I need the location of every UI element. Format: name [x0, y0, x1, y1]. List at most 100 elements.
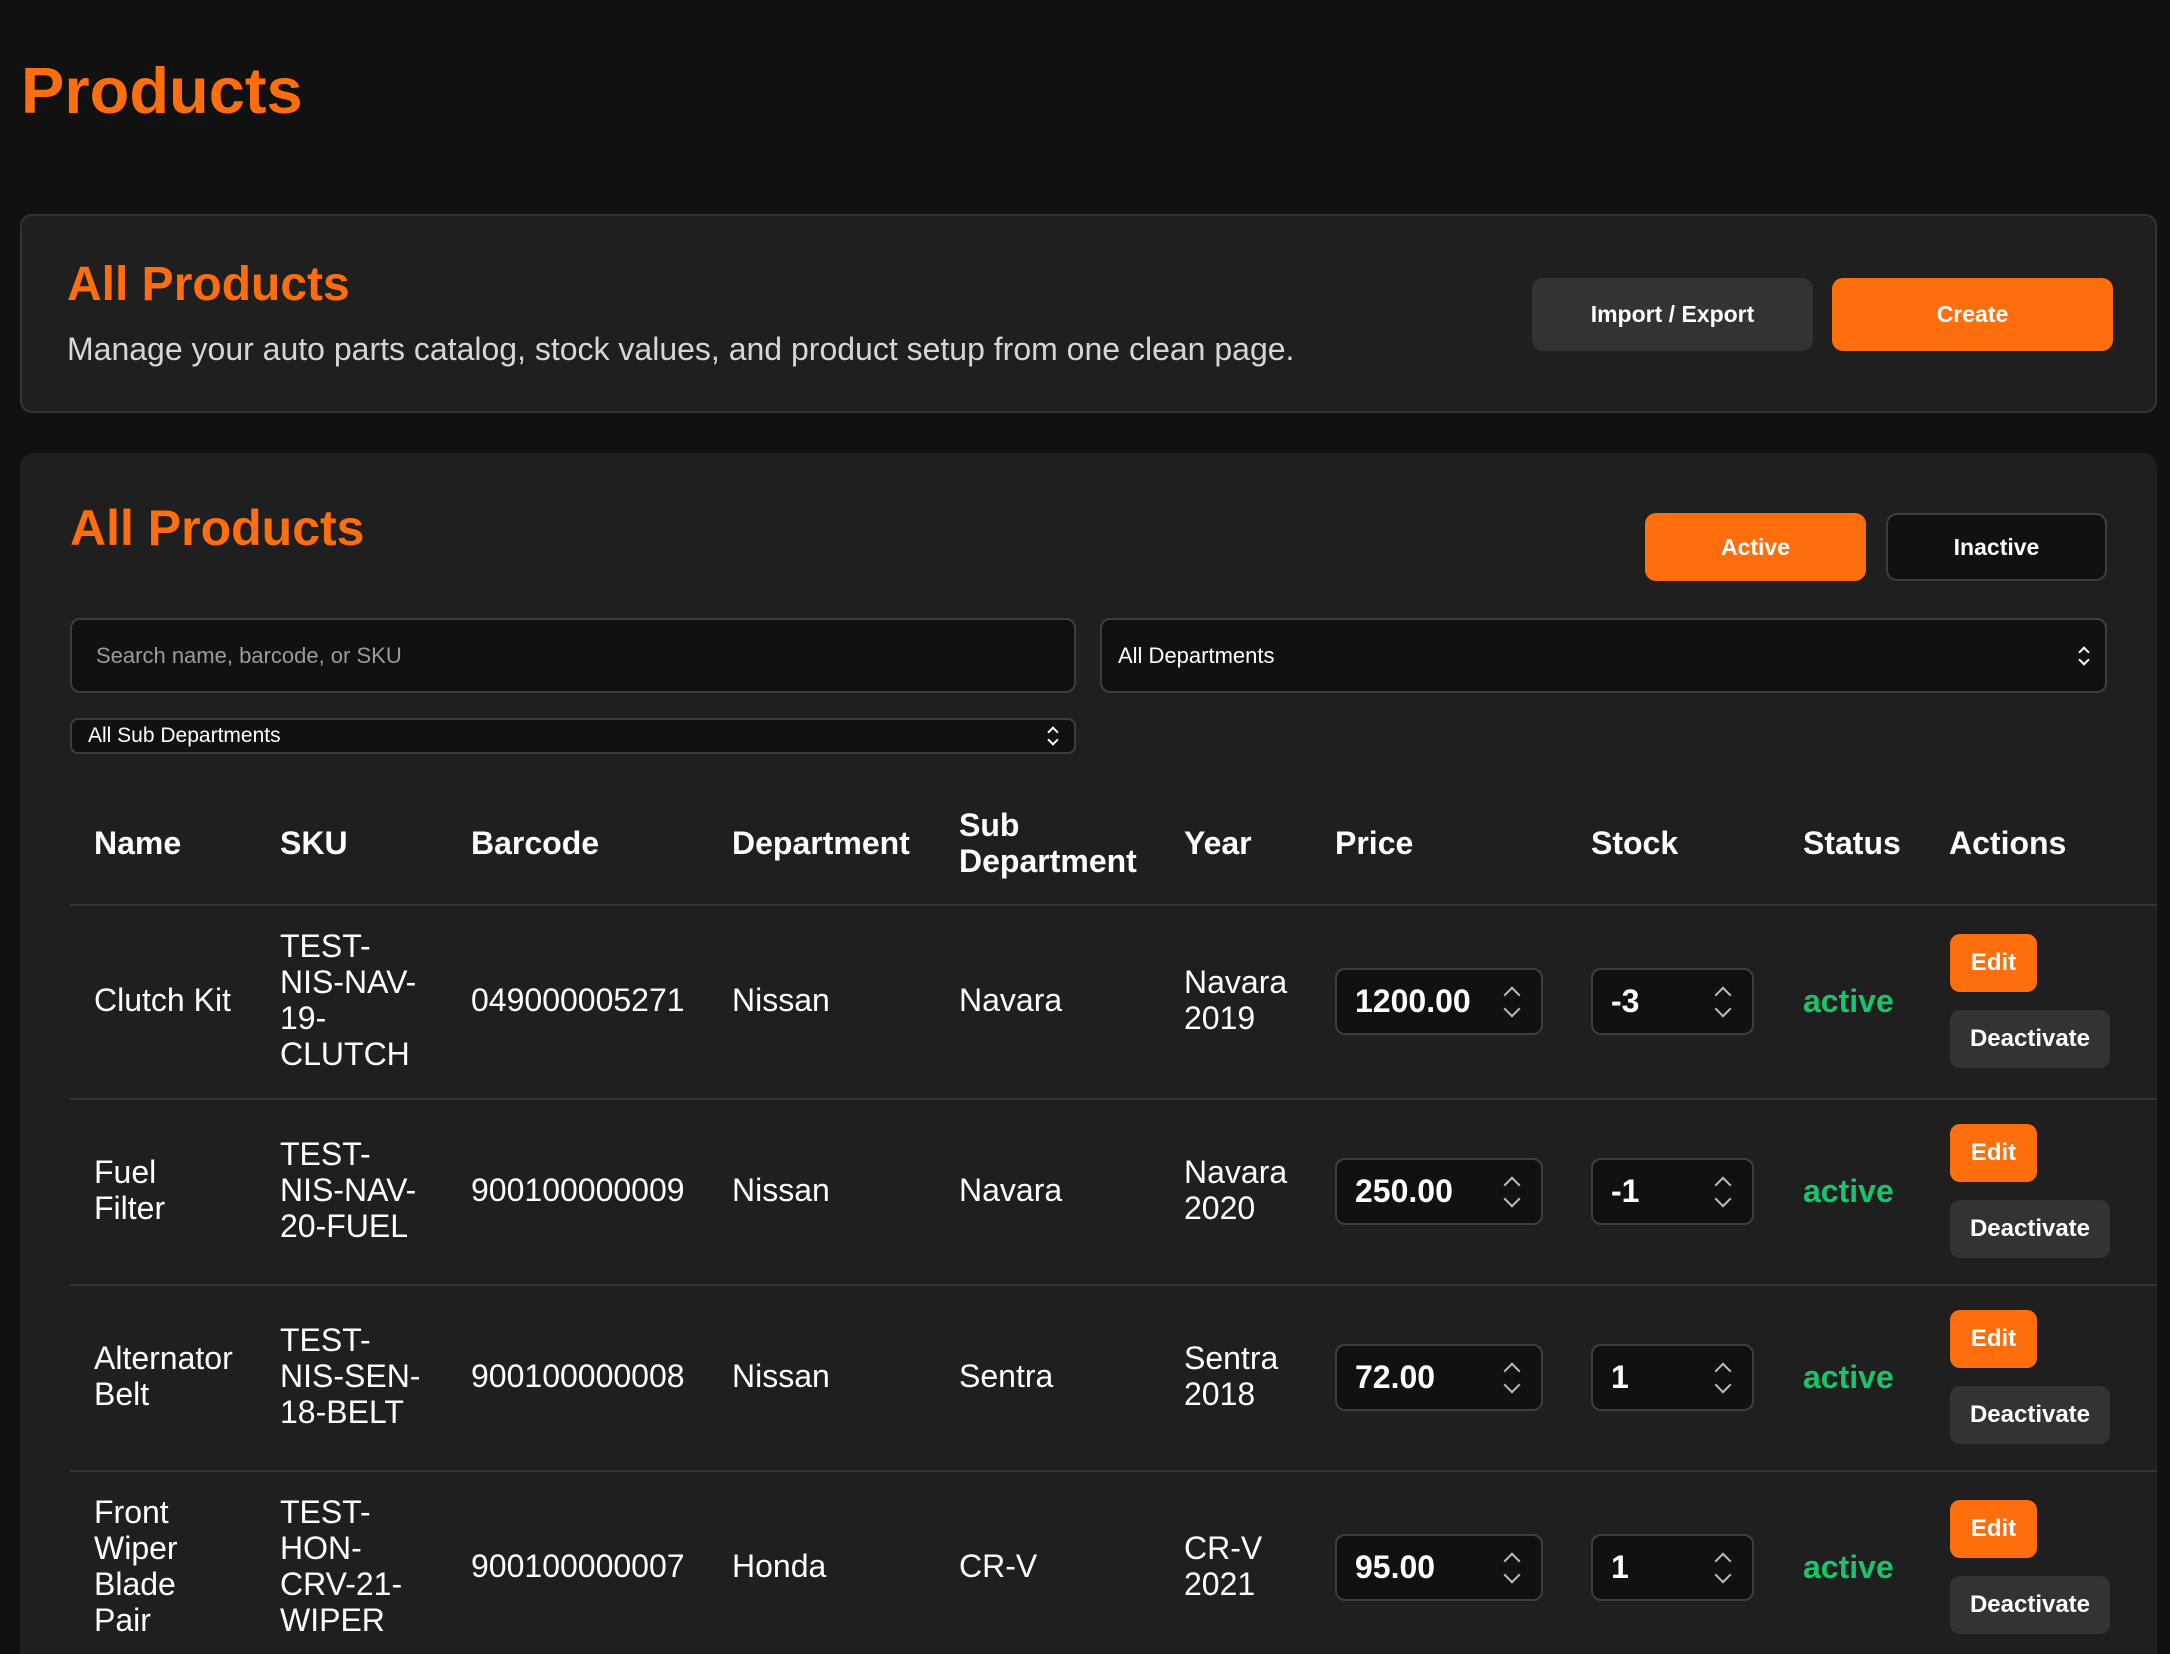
status-badge: active	[1803, 1549, 1894, 1585]
col-header-price: Price	[1335, 825, 1414, 861]
stock-input[interactable]: 1	[1591, 1534, 1754, 1601]
cell-barcode: 900100000009	[471, 1172, 685, 1208]
search-field	[70, 618, 1076, 693]
cell-name: Alternator Belt	[94, 1340, 233, 1412]
cell-sku-line: 20-FUEL	[280, 1208, 409, 1244]
cell-year: CR-V 2021	[1184, 1530, 1262, 1602]
price-value: 72.00	[1355, 1359, 1436, 1395]
department-select-value: All Departments	[1118, 642, 1275, 668]
cell-sku-line: CRV-21-	[280, 1566, 403, 1602]
stock-input[interactable]: 1	[1591, 1344, 1754, 1411]
deactivate-button[interactable]: Deactivate	[1950, 1576, 2110, 1634]
stock-value: -3	[1611, 983, 1640, 1019]
spinner-icon[interactable]	[1712, 1550, 1734, 1586]
col-header-sub-department-line2: Department	[959, 843, 1137, 879]
cell-year: Navara 2019	[1184, 964, 1287, 1036]
stock-input[interactable]: -1	[1591, 1158, 1754, 1225]
cell-name-line: Wiper	[94, 1530, 178, 1566]
col-header-sub-department-line1: Sub	[959, 807, 1020, 843]
price-input[interactable]: 95.00	[1335, 1534, 1543, 1601]
cell-sku-line: NIS-NAV-	[280, 964, 417, 1000]
col-header-status: Status	[1803, 825, 1901, 861]
cell-name-line: Fuel	[94, 1154, 157, 1190]
stock-input[interactable]: -3	[1591, 968, 1754, 1035]
filter-inactive-button[interactable]: Inactive	[1886, 513, 2107, 581]
spinner-icon[interactable]	[1501, 1174, 1523, 1210]
cell-barcode: 900100000008	[471, 1358, 685, 1394]
spinner-icon[interactable]	[1712, 984, 1734, 1020]
status-badge: active	[1803, 983, 1894, 1019]
cell-sku-line: TEST-	[280, 1494, 371, 1530]
cell-year-line: Sentra	[1184, 1340, 1279, 1376]
price-input[interactable]: 1200.00	[1335, 968, 1543, 1035]
price-value: 1200.00	[1355, 983, 1471, 1019]
edit-button[interactable]: Edit	[1950, 934, 2037, 992]
cell-department: Nissan	[732, 982, 830, 1018]
search-input[interactable]	[72, 642, 1074, 669]
cell-sku-line: CLUTCH	[280, 1036, 410, 1072]
spinner-icon[interactable]	[1712, 1360, 1734, 1396]
cell-name-line: Filter	[94, 1190, 166, 1226]
cell-sku-line: TEST-	[280, 928, 371, 964]
cell-name: Clutch Kit	[94, 982, 231, 1018]
cell-name: Fuel Filter	[94, 1154, 165, 1226]
products-list-card: All Products Active Inactive All Departm…	[20, 453, 2157, 1654]
edit-button[interactable]: Edit	[1950, 1500, 2037, 1558]
col-header-sku: SKU	[280, 825, 348, 861]
stock-value: 1	[1611, 1549, 1629, 1585]
cell-sub-department: Navara	[959, 982, 1063, 1018]
products-page: Products All Products Manage your auto p…	[0, 0, 2170, 1654]
spinner-icon[interactable]	[1501, 984, 1523, 1020]
department-select[interactable]: All Departments	[1100, 618, 2107, 693]
cell-name-line: Belt	[94, 1376, 150, 1412]
spinner-icon[interactable]	[1501, 1550, 1523, 1586]
stock-value: -1	[1611, 1173, 1640, 1209]
price-value: 95.00	[1355, 1549, 1436, 1585]
cell-year-line: 2018	[1184, 1376, 1256, 1412]
cell-sku: TEST- HON- CRV-21- WIPER	[280, 1494, 402, 1638]
cell-sku-line: 18-BELT	[280, 1394, 404, 1430]
deactivate-button[interactable]: Deactivate	[1950, 1010, 2110, 1068]
status-badge: active	[1803, 1173, 1894, 1209]
cell-department: Honda	[732, 1548, 827, 1584]
cell-year-line: CR-V	[1184, 1530, 1263, 1566]
cell-name-line: Front	[94, 1494, 169, 1530]
filter-active-button[interactable]: Active	[1645, 513, 1866, 581]
cell-year-line: 2021	[1184, 1566, 1256, 1602]
cell-sku-line: NIS-NAV-	[280, 1172, 417, 1208]
select-arrows-icon	[2077, 645, 2091, 667]
cell-year-line: Navara	[1184, 1154, 1288, 1190]
sub-department-select[interactable]: All Sub Departments	[70, 718, 1076, 754]
stock-value: 1	[1611, 1359, 1629, 1395]
status-badge: active	[1803, 1359, 1894, 1395]
cell-department: Nissan	[732, 1172, 830, 1208]
price-value: 250.00	[1355, 1173, 1453, 1209]
spinner-icon[interactable]	[1501, 1360, 1523, 1396]
cell-name: Front Wiper Blade Pair	[94, 1494, 178, 1638]
edit-button[interactable]: Edit	[1950, 1310, 2037, 1368]
cell-sub-department: Sentra	[959, 1358, 1054, 1394]
edit-button[interactable]: Edit	[1950, 1124, 2037, 1182]
price-input[interactable]: 72.00	[1335, 1344, 1543, 1411]
col-header-year: Year	[1184, 825, 1252, 861]
table-divider	[70, 1284, 2157, 1286]
import-export-button[interactable]: Import / Export	[1532, 278, 1813, 351]
list-card-title: All Products	[70, 500, 365, 556]
cell-barcode: 049000005271	[471, 982, 685, 1018]
table-divider	[70, 904, 2157, 906]
cell-department: Nissan	[732, 1358, 830, 1394]
cell-year: Navara 2020	[1184, 1154, 1287, 1226]
cell-year-line: Navara	[1184, 964, 1288, 1000]
table-divider	[70, 1470, 2157, 1472]
page-title: Products	[21, 54, 303, 127]
deactivate-button[interactable]: Deactivate	[1950, 1200, 2110, 1258]
price-input[interactable]: 250.00	[1335, 1158, 1543, 1225]
table-divider	[70, 1098, 2157, 1100]
cell-sku-line: TEST-	[280, 1136, 371, 1172]
create-button[interactable]: Create	[1832, 278, 2113, 351]
spinner-icon[interactable]	[1712, 1174, 1734, 1210]
cell-name-line: Blade	[94, 1566, 176, 1602]
cell-year-line: 2019	[1184, 1000, 1256, 1036]
deactivate-button[interactable]: Deactivate	[1950, 1386, 2110, 1444]
cell-name-line: Clutch Kit	[94, 982, 231, 1018]
